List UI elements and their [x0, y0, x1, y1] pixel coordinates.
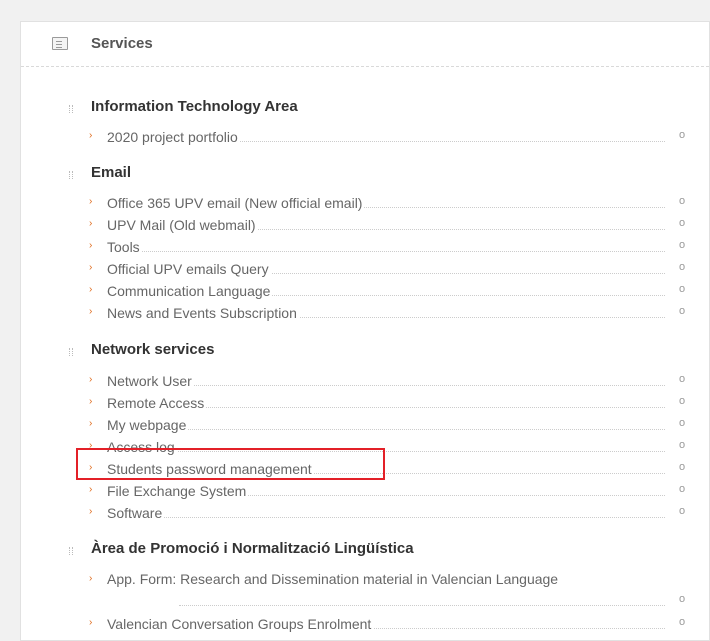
chevron-right-icon: ›	[89, 418, 93, 429]
circle-icon[interactable]: o	[677, 506, 687, 517]
panel-title: Services	[91, 35, 153, 52]
item-label[interactable]: Tools	[107, 239, 142, 255]
circle-icon[interactable]: o	[677, 418, 687, 429]
section-title: Information Technology Area	[91, 98, 298, 115]
chevron-right-icon: ›	[89, 374, 93, 385]
circle-icon[interactable]: o	[677, 130, 687, 141]
list-item-remote-access[interactable]: › Remote Access o	[89, 393, 687, 415]
list-item-communication-language[interactable]: › Communication Language o	[89, 281, 687, 303]
section-bullet-icon	[69, 171, 73, 179]
chevron-right-icon: ›	[89, 506, 93, 517]
chevron-right-icon: ›	[89, 573, 93, 584]
item-label[interactable]: File Exchange System	[107, 483, 249, 499]
item-label[interactable]: My webpage	[107, 417, 189, 433]
item-label[interactable]: Valencian Conversation Groups Enrolment	[107, 616, 374, 632]
chevron-right-icon: ›	[89, 130, 93, 141]
dotted-leader	[107, 517, 665, 518]
section-title: Network services	[91, 341, 215, 358]
chevron-right-icon: ›	[89, 218, 93, 229]
list-item-office-365[interactable]: › Office 365 UPV email (New official ema…	[89, 193, 687, 215]
highlight-box	[76, 448, 385, 480]
section-bullet-icon	[69, 105, 73, 113]
circle-icon[interactable]: o	[677, 262, 687, 273]
dotted-leader	[107, 429, 665, 430]
list-item-news-events-subscription[interactable]: › News and Events Subscription o	[89, 303, 687, 325]
item-label[interactable]: 2020 project portfolio	[107, 129, 240, 145]
panel-header: Services	[21, 22, 709, 67]
circle-icon[interactable]: o	[677, 196, 687, 207]
list-item-network-user[interactable]: › Network User o	[89, 371, 687, 393]
list-item-my-webpage[interactable]: › My webpage o	[89, 415, 687, 437]
item-label[interactable]: Official UPV emails Query	[107, 261, 271, 277]
chevron-right-icon: ›	[89, 196, 93, 207]
circle-icon[interactable]: o	[677, 484, 687, 495]
chevron-right-icon: ›	[89, 284, 93, 295]
list-item-tools[interactable]: › Tools o	[89, 237, 687, 259]
section-title: Àrea de Promoció i Normalització Lingüís…	[91, 540, 414, 557]
list-item-official-emails-query[interactable]: › Official UPV emails Query o	[89, 259, 687, 281]
circle-icon[interactable]: o	[677, 594, 687, 605]
circle-icon[interactable]: o	[677, 240, 687, 251]
list-item-research-dissemination-form[interactable]: › App. Form: Research and Dissemination …	[89, 570, 687, 612]
item-label[interactable]: Office 365 UPV email (New official email…	[107, 195, 365, 211]
list-item-2020-project-portfolio[interactable]: › 2020 project portfolio o	[89, 127, 687, 149]
list-item-upv-mail[interactable]: › UPV Mail (Old webmail) o	[89, 215, 687, 237]
section-bullet-icon	[69, 547, 73, 555]
item-label[interactable]: App. Form: Research and Dissemination ma…	[107, 569, 609, 590]
circle-icon[interactable]: o	[677, 306, 687, 317]
item-label[interactable]: Communication Language	[107, 283, 273, 299]
item-label[interactable]: News and Events Subscription	[107, 305, 299, 321]
item-label[interactable]: Remote Access	[107, 395, 207, 411]
dotted-leader	[107, 251, 665, 252]
circle-icon[interactable]: o	[677, 218, 687, 229]
circle-icon[interactable]: o	[677, 374, 687, 385]
item-label[interactable]: UPV Mail (Old webmail)	[107, 217, 258, 233]
list-item-software[interactable]: › Software o	[89, 503, 687, 525]
circle-icon[interactable]: o	[677, 462, 687, 473]
circle-icon[interactable]: o	[677, 440, 687, 451]
circle-icon[interactable]: o	[677, 284, 687, 295]
dotted-leader	[179, 605, 665, 606]
item-label[interactable]: Software	[107, 505, 165, 521]
list-icon	[52, 37, 68, 50]
services-panel: Services Information Technology Area › 2…	[20, 21, 710, 641]
list-item-valencian-conversation-groups[interactable]: › Valencian Conversation Groups Enrolmen…	[89, 614, 687, 636]
circle-icon[interactable]: o	[677, 396, 687, 407]
chevron-right-icon: ›	[89, 396, 93, 407]
section-bullet-icon	[69, 348, 73, 356]
chevron-right-icon: ›	[89, 240, 93, 251]
item-label[interactable]: Network User	[107, 373, 194, 389]
list-item-file-exchange-system[interactable]: › File Exchange System o	[89, 481, 687, 503]
chevron-right-icon: ›	[89, 306, 93, 317]
chevron-right-icon: ›	[89, 484, 93, 495]
chevron-right-icon: ›	[89, 262, 93, 273]
chevron-right-icon: ›	[89, 617, 93, 628]
section-title: Email	[91, 164, 132, 181]
